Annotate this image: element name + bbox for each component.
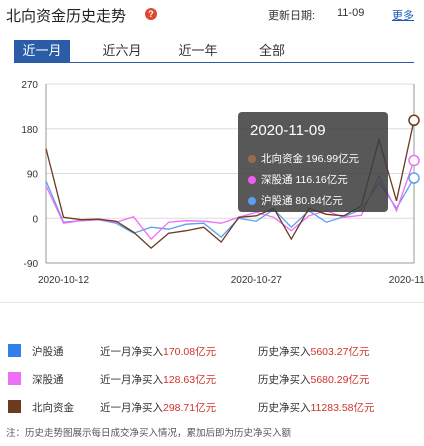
legend-month: 近一月净买入170.08亿元 <box>100 346 217 358</box>
legend-swatch <box>8 344 21 357</box>
y-tick-label: -90 <box>24 259 39 270</box>
tab-all[interactable]: 全部 <box>250 40 294 62</box>
legend-row-north: 北向资金 近一月净买入298.71亿元 历史净买入11283.58亿元 <box>0 396 424 418</box>
dot-icon <box>248 155 256 163</box>
y-tick-label: 180 <box>21 125 38 136</box>
x-tick-label: 2020-10-27 <box>231 275 283 286</box>
legend-history: 历史净买入11283.58亿元 <box>258 402 375 414</box>
tooltip-row-north: 北向资金 196.99亿元 <box>248 151 359 166</box>
legend-history: 历史净买入5680.29亿元 <box>258 374 370 386</box>
footnote: 注：历史走势图展示每日成交净买入情况，累加后即为历史净买入额 <box>6 428 292 439</box>
dot-icon <box>248 176 256 184</box>
y-tick-label: 90 <box>27 170 39 181</box>
question-icon[interactable]: ? <box>145 8 157 20</box>
legend-row-shanghai: 沪股通 近一月净买入170.08亿元 历史净买入5603.27亿元 <box>0 340 424 362</box>
chart-tooltip: 2020-11-09 北向资金 196.99亿元 深股通 116.16亿元 沪股… <box>238 112 388 212</box>
tab-one-month[interactable]: 近一月 <box>14 40 70 62</box>
update-date: 11-09 <box>337 7 365 19</box>
legend-month: 近一月净买入298.71亿元 <box>100 402 217 414</box>
divider <box>0 302 424 303</box>
x-tick-label: 2020-11-09 <box>389 275 424 286</box>
update-label: 更新日期: <box>268 10 316 22</box>
more-link[interactable]: 更多 <box>392 7 414 23</box>
legend-name: 沪股通 <box>32 346 64 358</box>
y-tick-label: 270 <box>21 80 38 91</box>
header-bar: 北向资金历史走势 ? 更新日期: 11-09 更多 <box>0 0 424 28</box>
legend-row-shenzhen: 深股通 近一月净买入128.63亿元 历史净买入5680.29亿元 <box>0 368 424 390</box>
tooltip-row-shenzhen: 深股通 116.16亿元 <box>248 172 348 187</box>
legend-name: 深股通 <box>32 374 64 386</box>
dot-icon <box>248 197 256 205</box>
legend-swatch <box>8 400 21 413</box>
series-point <box>408 172 420 184</box>
series-point <box>408 114 420 127</box>
legend-swatch <box>8 372 21 385</box>
legend-history: 历史净买入5603.27亿元 <box>258 346 370 358</box>
legend-name: 北向资金 <box>32 402 74 414</box>
tooltip-date: 2020-11-09 <box>250 122 326 139</box>
tab-six-months[interactable]: 近六月 <box>94 40 150 62</box>
page-title: 北向资金历史走势 <box>6 8 127 25</box>
legend-month: 近一月净买入128.63亿元 <box>100 374 217 386</box>
tooltip-row-shanghai: 沪股通 80.84亿元 <box>248 193 343 208</box>
y-tick-label: 0 <box>32 214 38 225</box>
period-tabs: 近一月 近六月 近一年 全部 <box>14 40 414 63</box>
x-tick-label: 2020-10-12 <box>38 275 90 286</box>
tab-one-year[interactable]: 近一年 <box>170 40 226 62</box>
series-point <box>408 154 420 167</box>
